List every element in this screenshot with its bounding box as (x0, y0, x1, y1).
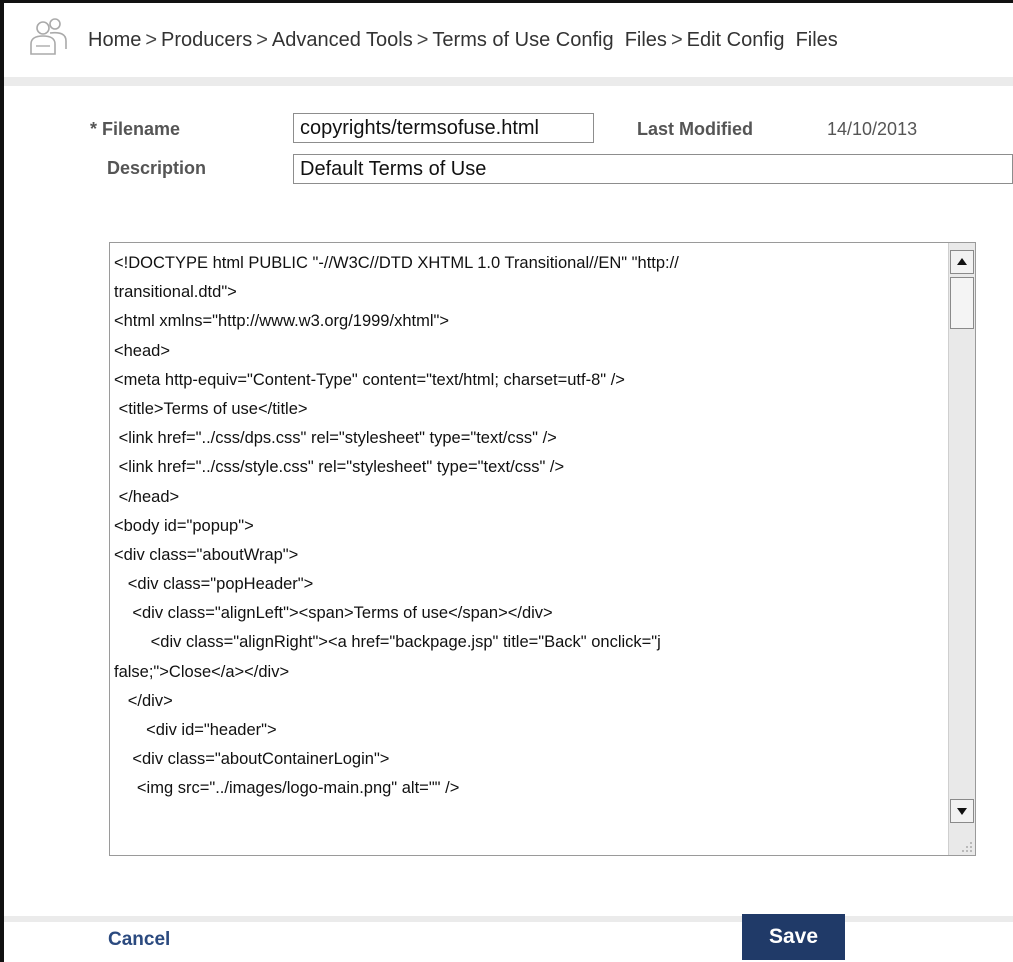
footer-divider (4, 916, 1013, 922)
code-line: <div class="alignRight"><a href="backpag… (114, 633, 661, 652)
cancel-link[interactable]: Cancel (108, 929, 170, 951)
code-line: </div> (114, 691, 173, 710)
code-line: false;">Close</a></div> (114, 662, 290, 681)
code-line: <div class="aboutContainerLogin"> (114, 750, 390, 769)
code-line: <!DOCTYPE html PUBLIC "-//W3C//DTD XHTML… (114, 254, 679, 272)
breadcrumb-home[interactable]: Home (88, 29, 141, 51)
scroll-up-button[interactable] (950, 250, 974, 274)
filename-input[interactable]: copyrights/termsofuse.html (293, 113, 594, 143)
resize-grip-icon[interactable] (959, 839, 973, 853)
users-icon (30, 18, 67, 55)
header-divider (4, 77, 1013, 86)
breadcrumb-producers[interactable]: Producers (161, 29, 252, 51)
code-line: </head> (114, 487, 180, 506)
scroll-down-button[interactable] (950, 799, 974, 823)
breadcrumb: Home > Producers > Advanced Tools > Terms of U… (88, 29, 838, 52)
filename-label: * Filename (90, 119, 181, 139)
code-line: <div id="header"> (114, 721, 277, 739)
code-line: transitional.dtd"> (114, 283, 237, 302)
code-line: <div class="alignLeft"><span>Terms of us… (114, 604, 553, 623)
code-line: <div class="popHeader"> (114, 575, 314, 594)
arrow-down-icon (957, 808, 967, 815)
scroll-thumb[interactable] (950, 277, 974, 329)
description-input[interactable]: Default Terms of Use (293, 154, 1013, 184)
code-content: <!DOCTYPE html PUBLIC "-//W3C//DTD XHTML… (114, 249, 952, 804)
breadcrumb-terms-config-files[interactable]: Terms of Use Config Files (432, 29, 667, 51)
code-line: <link href="../css/dps.css" rel="stylesh… (114, 429, 557, 448)
vertical-scrollbar[interactable] (948, 243, 975, 855)
save-button[interactable]: Save (742, 914, 845, 960)
last-modified-label: Last Modified (637, 119, 753, 139)
code-line: <body id="popup"> (114, 516, 254, 535)
breadcrumb-separator: > (416, 29, 429, 51)
code-line: <div class="aboutWrap"> (114, 545, 299, 564)
arrow-up-icon (957, 258, 967, 265)
last-modified-value: 14/10/2013 (827, 119, 918, 139)
window-border-left (0, 0, 4, 962)
code-line: <title>Terms of use</title> (114, 399, 308, 418)
code-line: <meta http-equiv="Content-Type" content=… (114, 370, 625, 389)
breadcrumb-advanced-tools[interactable]: Advanced Tools (272, 29, 413, 51)
breadcrumb-separator: > (670, 29, 683, 51)
breadcrumb-edit-config-files: Edit Config Files (686, 29, 838, 51)
code-line: <html xmlns="http://www.w3.org/1999/xhtm… (114, 312, 449, 331)
code-line: <img src="../images/logo-main.png" alt="… (114, 779, 460, 798)
config-content-textarea[interactable]: <!DOCTYPE html PUBLIC "-//W3C//DTD XHTML… (109, 242, 976, 856)
breadcrumb-separator: > (256, 29, 268, 51)
code-line: <link href="../css/style.css" rel="style… (114, 458, 565, 477)
page-header: Home > Producers > Advanced Tools > Terms of U… (4, 3, 1013, 77)
code-line: <head> (114, 341, 170, 360)
breadcrumb-separator: > (145, 29, 158, 51)
description-label: Description (107, 158, 207, 178)
